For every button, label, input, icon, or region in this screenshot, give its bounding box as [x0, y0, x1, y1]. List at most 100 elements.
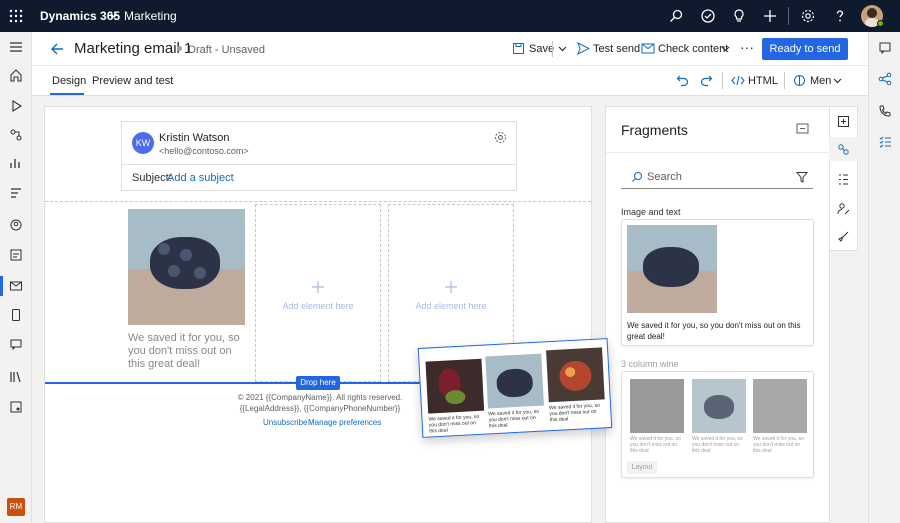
app-name[interactable]: Dynamics 365: [40, 9, 120, 23]
sender-avatar: KW: [132, 132, 154, 154]
layout-tag: Layout: [627, 461, 657, 474]
analytics-icon[interactable]: [9, 156, 23, 170]
plus-icon[interactable]: [762, 8, 778, 24]
chevron-down-icon[interactable]: [833, 78, 842, 84]
fragment-label: 3 column wine: [621, 359, 679, 369]
lightbulb-icon[interactable]: [731, 8, 747, 24]
page-title: Marketing email 1: [74, 40, 193, 57]
thumb-caption: We saved it for you, so you don't miss o…: [692, 436, 743, 454]
unsubscribe-link[interactable]: Unsubscribe: [263, 418, 307, 427]
chat-icon[interactable]: [878, 41, 892, 55]
ready-to-send-button[interactable]: Ready to send: [762, 38, 848, 60]
play-icon[interactable]: [9, 99, 23, 113]
checklist-icon[interactable]: [878, 135, 892, 149]
empty-column[interactable]: Add element here: [255, 204, 381, 382]
divider: [122, 164, 516, 165]
command-bar: Marketing email 1 Draft - Unsaved Save T…: [32, 32, 868, 66]
chevron-down-icon[interactable]: [721, 46, 730, 52]
add-element-icon[interactable]: [837, 115, 850, 128]
collapse-icon[interactable]: [796, 123, 809, 134]
theme-icon[interactable]: [793, 74, 806, 87]
caption: We saved it for you, so you don't miss o…: [548, 402, 600, 424]
personalize-icon[interactable]: [837, 202, 850, 215]
tab-design[interactable]: Design: [52, 75, 86, 87]
hamburger-icon[interactable]: [9, 40, 23, 54]
email-header: KW Kristin Watson <hello@contoso.com> Su…: [121, 121, 517, 191]
more-button[interactable]: ···: [740, 39, 754, 55]
grapes-image: [485, 353, 544, 409]
sender-email: <hello@contoso.com>: [159, 146, 249, 156]
connections-icon[interactable]: [878, 72, 892, 86]
search-placeholder: Search: [647, 171, 682, 183]
filter-icon[interactable]: [796, 171, 808, 183]
search-box[interactable]: Search: [621, 165, 813, 189]
fragment-text: We saved it for you, so you don't miss o…: [627, 321, 801, 341]
home-icon[interactable]: [9, 68, 23, 82]
back-arrow-icon[interactable]: [50, 42, 64, 56]
push-icon[interactable]: [9, 337, 23, 351]
tab-bar: Design Preview and test HTML Men: [32, 66, 868, 96]
plus-icon[interactable]: [445, 281, 457, 293]
grapes-image[interactable]: [128, 209, 245, 325]
thumb-caption: We saved it for you, so you don't miss o…: [753, 436, 804, 454]
status-text: Draft - Unsaved: [188, 44, 266, 56]
active-indicator: [0, 276, 3, 296]
fragment-card-image-text[interactable]: We saved it for you, so you don't miss o…: [621, 219, 814, 346]
save-button[interactable]: Save: [529, 43, 554, 55]
journeys-icon[interactable]: [9, 128, 23, 142]
footer-copyright: © 2021 {{CompanyName}}. All rights reser…: [237, 393, 403, 402]
dragged-fragment[interactable]: We saved it for you, so you don't miss o…: [417, 338, 613, 438]
brush-icon[interactable]: [837, 230, 850, 243]
check-content-button[interactable]: Check content: [658, 43, 728, 55]
gear-icon[interactable]: [800, 8, 816, 24]
assets-icon[interactable]: [9, 400, 23, 414]
undo-icon[interactable]: [676, 74, 689, 87]
chevron-down-icon[interactable]: [110, 13, 118, 19]
add-element-label: Add element here: [415, 301, 487, 311]
section-divider: [45, 201, 591, 202]
fragment-label: Image and text: [621, 207, 681, 217]
search-icon[interactable]: [668, 8, 684, 24]
mail-check-icon[interactable]: [641, 42, 655, 55]
manage-preferences-link[interactable]: Manage preferences: [308, 418, 381, 427]
status-dot: [177, 46, 182, 51]
help-icon[interactable]: [832, 8, 848, 24]
sms-icon[interactable]: [9, 308, 23, 322]
send-icon[interactable]: [577, 42, 590, 55]
test-send-button[interactable]: Test send: [593, 43, 640, 55]
settings-gear-icon[interactable]: [494, 131, 507, 144]
task-icon[interactable]: [700, 8, 716, 24]
contacts-icon[interactable]: [9, 218, 23, 232]
segments-icon[interactable]: [9, 186, 23, 200]
fragment-card-3-column[interactable]: We saved it for you, so you don't miss o…: [621, 371, 814, 478]
phone-icon[interactable]: [878, 104, 892, 118]
fragments-icon[interactable]: [837, 143, 850, 156]
body-text[interactable]: We saved it for you, so you don't miss o…: [128, 332, 248, 371]
plus-icon[interactable]: [312, 281, 324, 293]
divider: [784, 72, 785, 89]
code-icon[interactable]: [731, 75, 745, 86]
sangria-thumb: [753, 379, 807, 433]
redo-icon[interactable]: [700, 74, 713, 87]
fragments-panel: Fragments Search Image and text We saved…: [605, 106, 830, 523]
chevron-down-icon[interactable]: [558, 46, 567, 52]
app-launcher-icon[interactable]: [8, 8, 24, 24]
html-button[interactable]: HTML: [748, 75, 778, 87]
forms-icon[interactable]: [9, 248, 23, 262]
library-icon[interactable]: [9, 370, 23, 384]
wine-thumb: [630, 379, 684, 433]
divider: [606, 152, 829, 153]
styles-icon[interactable]: [837, 173, 850, 186]
tab-underline: [50, 93, 84, 95]
menu-button[interactable]: Men: [810, 75, 831, 87]
left-nav: RM: [0, 32, 32, 523]
sangria-image: [546, 347, 605, 403]
user-badge[interactable]: RM: [7, 498, 25, 516]
email-canvas: KW Kristin Watson <hello@contoso.com> Su…: [44, 106, 592, 523]
footer-address: {{LegalAddress}}, {{CompanyPhoneNumber}}: [239, 404, 401, 413]
email-icon[interactable]: [9, 279, 23, 293]
tab-preview[interactable]: Preview and test: [92, 75, 173, 87]
save-icon[interactable]: [512, 42, 525, 55]
presence-badge: [877, 20, 884, 27]
add-subject-link[interactable]: Add a subject: [167, 172, 234, 184]
